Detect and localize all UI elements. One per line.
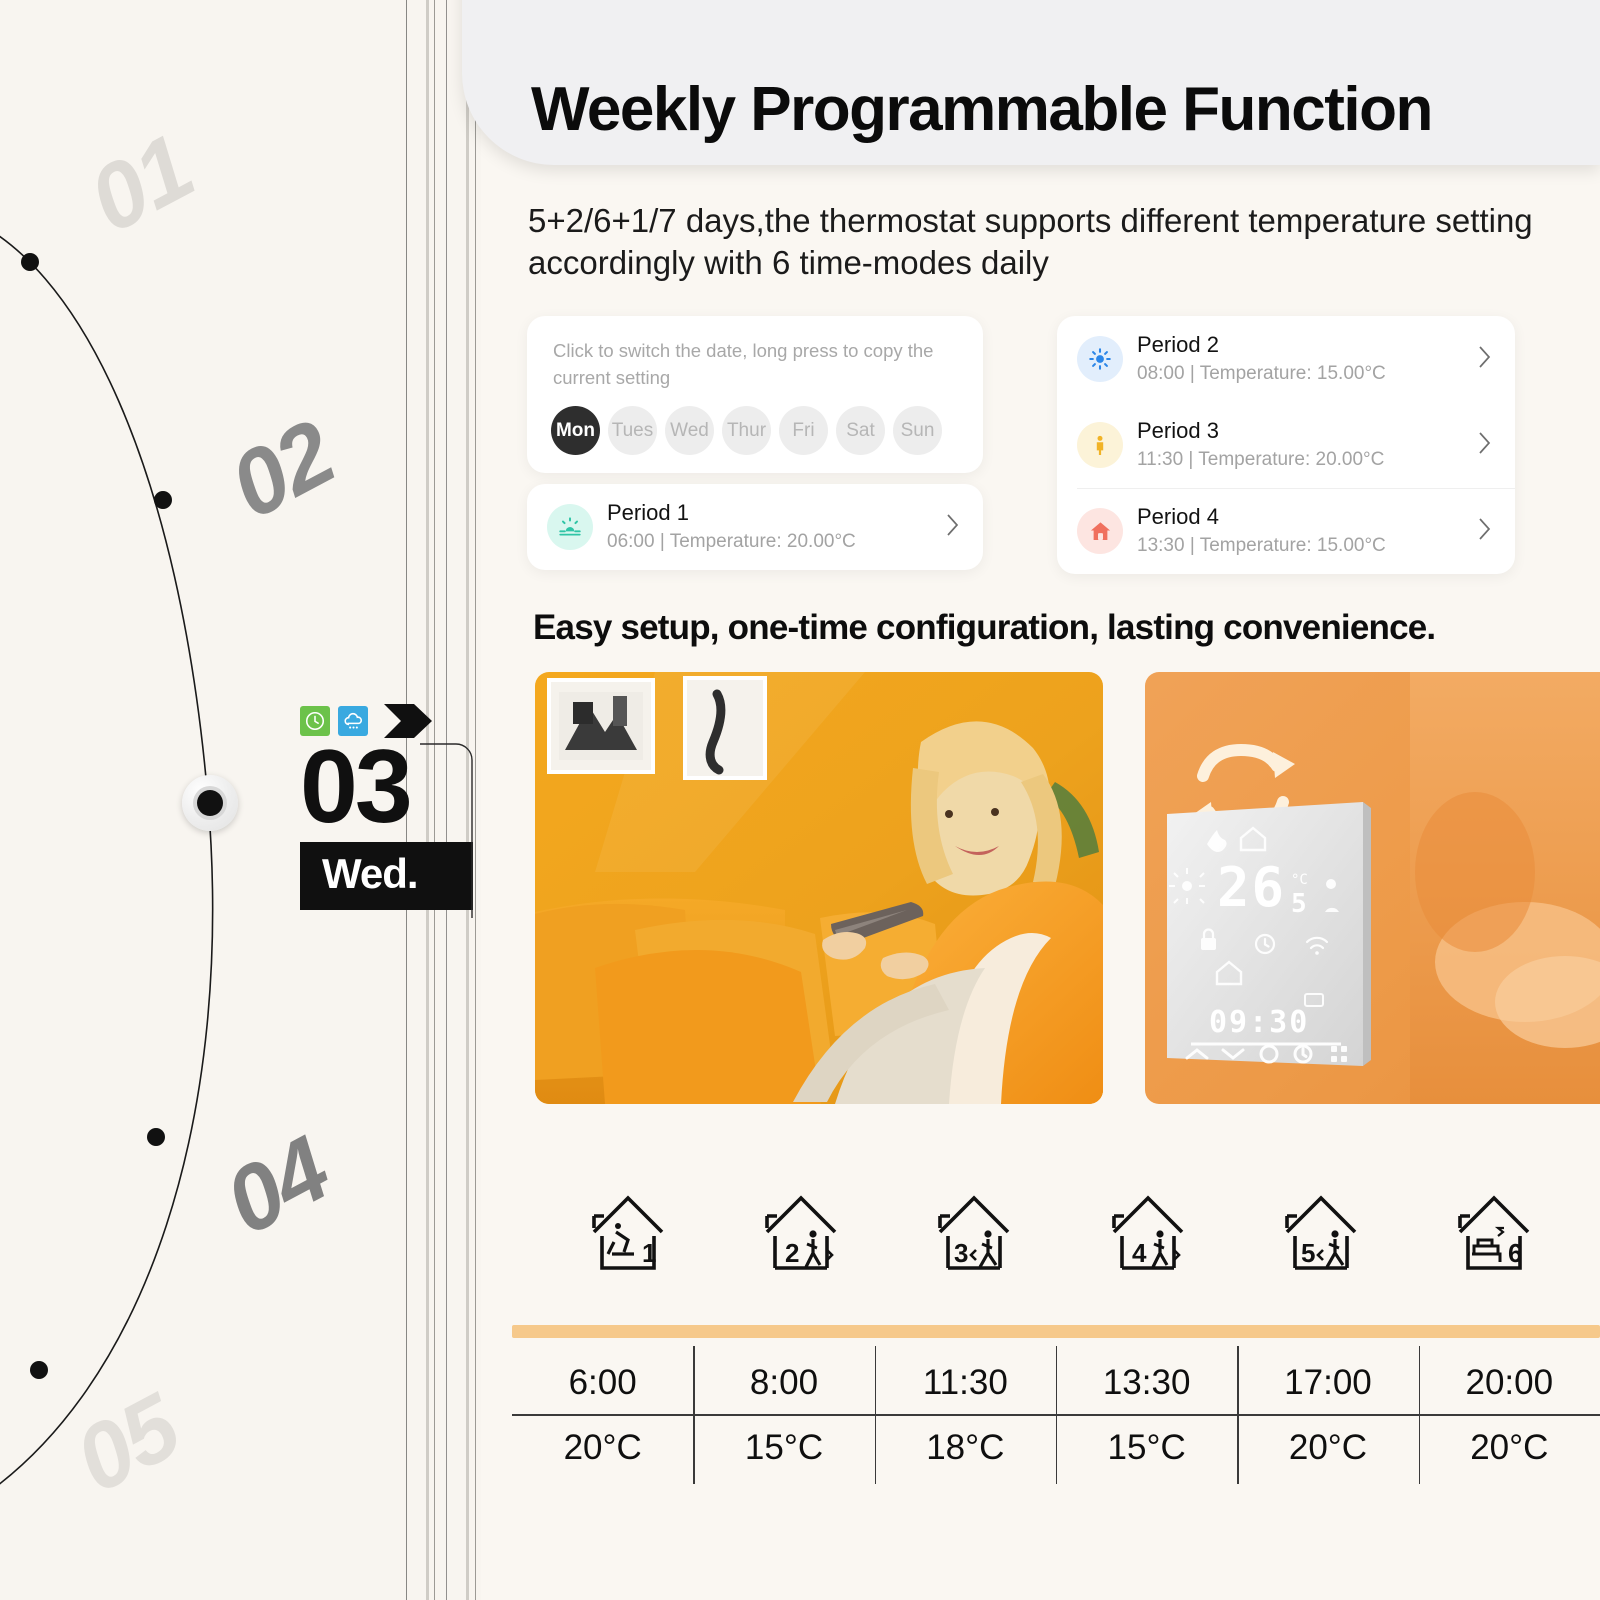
svg-text:26: 26 xyxy=(1217,856,1286,919)
sunrise-icon xyxy=(547,504,593,550)
badge-connector-line xyxy=(420,743,473,918)
period-row-4[interactable]: Period 4 13:30 | Temperature: 15.00°C xyxy=(1057,488,1515,574)
sun-icon xyxy=(1077,336,1123,382)
day-chip-wed[interactable]: Wed xyxy=(665,406,714,455)
page-root: 01 02 04 05 03 Wed. Weekly Programmable … xyxy=(0,0,1600,1600)
mode-icon-5: 5 xyxy=(1234,1192,1407,1272)
day-chip-fri[interactable]: Fri xyxy=(779,406,828,455)
day-selector-hint: Click to switch the date, long press to … xyxy=(553,340,934,388)
table-row-temperatures: 20°C 15°C 18°C 15°C 20°C 20°C xyxy=(512,1411,1600,1484)
table-cell-temp-5: 20°C xyxy=(1237,1411,1418,1484)
day-chip-thur[interactable]: Thur xyxy=(722,406,771,455)
mode-icon-6: 6 xyxy=(1408,1192,1581,1272)
svg-text:6: 6 xyxy=(1508,1238,1522,1268)
home-icon xyxy=(1077,508,1123,554)
mode-icon-4: 4 xyxy=(1061,1192,1234,1272)
svg-text:1: 1 xyxy=(642,1238,656,1268)
svg-text:°C: °C xyxy=(1291,872,1308,888)
easy-setup-heading: Easy setup, one-time configuration, last… xyxy=(533,608,1436,647)
period-3-text: Period 3 11:30 | Temperature: 20.00°C xyxy=(1137,418,1477,472)
periods-card: Period 2 08:00 | Temperature: 15.00°C Pe… xyxy=(1057,316,1515,574)
period-2-detail: 08:00 | Temperature: 15.00°C xyxy=(1137,362,1386,384)
mode-icon-3: 3 xyxy=(888,1192,1061,1272)
period-2-text: Period 2 08:00 | Temperature: 15.00°C xyxy=(1137,332,1477,386)
photo-woman-on-sofa xyxy=(535,672,1103,1104)
table-cell-temp-3: 18°C xyxy=(874,1411,1056,1484)
main-panel: Weekly Programmable Function 5+2/6+1/7 d… xyxy=(462,0,1600,1600)
timeline-active-node xyxy=(182,775,238,831)
chevron-right-icon[interactable] xyxy=(945,512,961,543)
period-1-detail: 06:00 | Temperature: 20.00°C xyxy=(607,530,856,552)
period-3-title: Period 3 xyxy=(1137,417,1219,443)
mode-icon-2: 2 xyxy=(714,1192,887,1272)
period-row-3[interactable]: Period 3 11:30 | Temperature: 20.00°C xyxy=(1057,402,1515,488)
table-cell-time-6: 20:00 xyxy=(1418,1346,1600,1419)
svg-text:09:30: 09:30 xyxy=(1209,1005,1309,1040)
table-cell-temp-4: 15°C xyxy=(1055,1411,1237,1484)
svg-text:3: 3 xyxy=(954,1238,968,1268)
chevron-right-icon[interactable] xyxy=(1477,430,1493,461)
period-row-2[interactable]: Period 2 08:00 | Temperature: 15.00°C xyxy=(1057,316,1515,402)
chevron-right-icon[interactable] xyxy=(1477,344,1493,375)
svg-text:5: 5 xyxy=(1301,1238,1315,1268)
person-icon xyxy=(1077,422,1123,468)
svg-text:5: 5 xyxy=(1291,889,1307,919)
period-4-text: Period 4 13:30 | Temperature: 15.00°C xyxy=(1137,504,1477,558)
photo-wall-thermostat: 26 °C 5 09:30 xyxy=(1145,672,1600,1104)
period-1-text: Period 1 06:00 | Temperature: 20.00°C xyxy=(607,500,945,554)
period-1-card[interactable]: Period 1 06:00 | Temperature: 20.00°C xyxy=(527,484,983,570)
day-chip-sat[interactable]: Sat xyxy=(836,406,885,455)
table-cell-time-3: 11:30 xyxy=(874,1346,1056,1419)
day-chip-row: Mon Tues Wed Thur Fri Sat Sun xyxy=(551,406,942,455)
table-cell-temp-2: 15°C xyxy=(693,1411,874,1484)
day-chip-tues[interactable]: Tues xyxy=(608,406,657,455)
day-chip-mon[interactable]: Mon xyxy=(551,406,600,455)
table-cell-temp-1: 20°C xyxy=(563,1427,642,1467)
chevron-right-icon[interactable] xyxy=(1477,516,1493,547)
period-row-1[interactable]: Period 1 06:00 | Temperature: 20.00°C xyxy=(527,484,983,570)
svg-text:4: 4 xyxy=(1132,1238,1147,1268)
period-4-detail: 13:30 | Temperature: 15.00°C xyxy=(1137,534,1386,556)
period-4-title: Period 4 xyxy=(1137,503,1219,529)
page-subtitle: 5+2/6+1/7 days,the thermostat supports d… xyxy=(528,202,1533,282)
table-cell-time-1: 6:00 xyxy=(568,1362,637,1402)
period-3-detail: 11:30 | Temperature: 20.00°C xyxy=(1137,448,1385,470)
day-selector-card: Click to switch the date, long press to … xyxy=(527,316,983,473)
period-1-title: Period 1 xyxy=(607,499,689,525)
day-chip-sun[interactable]: Sun xyxy=(893,406,942,455)
table-cell-time-2: 8:00 xyxy=(693,1346,874,1419)
table-cell-temp-6: 20°C xyxy=(1418,1411,1600,1484)
table-row-times: 6:00 8:00 11:30 13:30 17:00 20:00 xyxy=(512,1346,1600,1419)
mode-icon-1: 1 xyxy=(541,1192,714,1272)
timeline-pane: 01 02 04 05 03 Wed. xyxy=(0,0,482,1600)
svg-text:2: 2 xyxy=(785,1238,799,1268)
table-cell-time-4: 13:30 xyxy=(1055,1346,1237,1419)
table-cell-time-5: 17:00 xyxy=(1237,1346,1418,1419)
page-title: Weekly Programmable Function xyxy=(531,75,1433,144)
table-horizontal-rule xyxy=(512,1414,1600,1416)
accent-bar xyxy=(512,1325,1600,1338)
mode-icon-row: 1 2 3 4 5 6 xyxy=(541,1192,1581,1272)
period-2-title: Period 2 xyxy=(1137,331,1219,357)
